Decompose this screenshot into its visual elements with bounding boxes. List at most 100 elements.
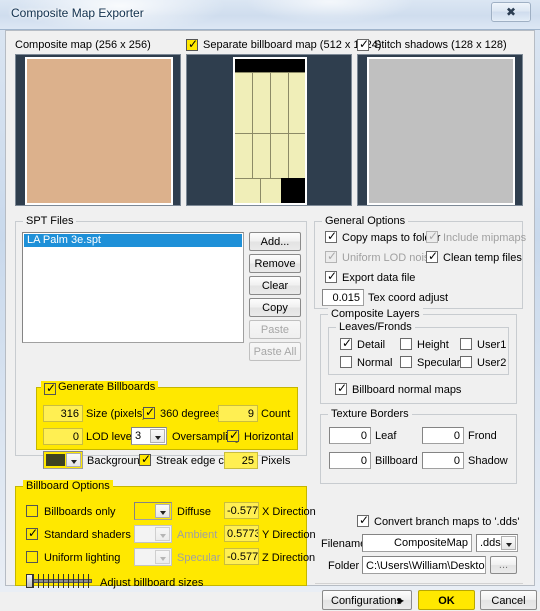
frond-border-input[interactable]: 0 — [422, 427, 464, 444]
filename-input[interactable]: CompositeMap — [362, 534, 472, 552]
uniform-lod-noise-checkbox[interactable]: ✓ — [325, 250, 337, 263]
copy-maps-to-folder-checkbox[interactable]: ✓ — [325, 230, 337, 243]
export-data-file-checkbox[interactable]: ✓ — [325, 269, 338, 283]
detail-checkbox[interactable]: ✓ — [340, 337, 352, 350]
uniform-lighting-label: Uniform lighting — [44, 552, 121, 564]
chevron-down-icon[interactable] — [155, 527, 170, 541]
adjust-billboard-sizes-slider[interactable] — [26, 574, 92, 588]
convert-branch-maps-checkbox[interactable]: ✓ — [357, 514, 369, 527]
stitch-shadows-image — [367, 57, 515, 205]
composite-map-image — [25, 57, 173, 205]
folder-input[interactable]: C:\Users\William\Desktop — [362, 556, 486, 574]
chevron-down-icon[interactable] — [501, 536, 516, 550]
x-direction-input[interactable]: -0.5773 — [224, 502, 259, 519]
composite-map-preview[interactable] — [15, 54, 181, 206]
browse-folder-button[interactable]: ... — [490, 556, 517, 574]
chevron-right-icon: ▶ — [397, 596, 404, 605]
billboard-border-input[interactable]: 0 — [329, 452, 371, 469]
list-item[interactable]: LA Palm 3e.spt — [24, 234, 242, 247]
lod-level-input[interactable]: 0 — [43, 428, 83, 445]
cancel-button[interactable]: Cancel — [480, 590, 537, 610]
uniform-lighting-checkbox[interactable] — [26, 551, 38, 563]
billboards-only-label: Billboards only — [44, 506, 116, 518]
generate-billboards-group-title: Generate Billboards — [41, 381, 159, 393]
specular-layer-label: Specular — [417, 357, 461, 369]
user1-checkbox[interactable] — [460, 338, 472, 350]
height-checkbox[interactable] — [400, 338, 412, 350]
tex-coord-adjust-input[interactable]: 0.015 — [322, 289, 364, 306]
horizontal-checkbox[interactable]: ✓ — [227, 429, 239, 442]
convert-branch-maps-label: Convert branch maps to '.dds' — [374, 516, 520, 528]
z-direction-label: Z Direction — [262, 552, 316, 564]
configurations-button[interactable]: Configurations ▶ — [322, 590, 412, 610]
frond-border-label: Frond — [468, 430, 497, 442]
ambient-color-combo[interactable] — [134, 525, 172, 543]
billboard-normal-maps-checkbox[interactable]: ✓ — [335, 382, 347, 395]
stitch-shadows-checkbox[interactable]: ✓ — [357, 38, 369, 51]
texture-borders-group: Texture Borders — [320, 408, 517, 484]
leaf-border-input[interactable]: 0 — [329, 427, 371, 444]
extension-value: .dds — [480, 537, 501, 549]
title-bar: Composite Map Exporter ✖ — [0, 0, 540, 30]
specular-color-combo[interactable] — [134, 548, 172, 566]
z-direction-input[interactable]: -0.5773 — [224, 548, 259, 565]
paste-button[interactable]: Paste — [249, 320, 301, 339]
oversampling-combo[interactable]: 3 — [131, 427, 167, 445]
texture-borders-group-title: Texture Borders — [328, 408, 412, 420]
clear-button[interactable]: Clear — [249, 276, 301, 295]
standard-shaders-label: Standard shaders — [44, 529, 131, 541]
check-glyph: ✓ — [327, 269, 338, 283]
stitch-shadows-preview[interactable] — [357, 54, 523, 206]
include-mipmaps-checkbox[interactable]: ✓ — [426, 230, 438, 243]
height-label: Height — [417, 339, 449, 351]
diffuse-label: Diffuse — [177, 506, 212, 518]
streak-edge-colors-checkbox[interactable]: ✓ — [139, 453, 151, 466]
ok-button[interactable]: OK — [418, 590, 475, 610]
billboards-only-checkbox[interactable] — [26, 505, 38, 517]
window-title: Composite Map Exporter — [11, 6, 144, 20]
close-button[interactable]: ✖ — [491, 2, 531, 22]
configurations-label: Configurations — [331, 595, 402, 607]
add-button[interactable]: Add... — [249, 232, 301, 251]
detail-label: Detail — [357, 339, 386, 351]
composite-map-exporter-window: Composite Map Exporter ✖ Composite map (… — [0, 0, 540, 610]
x-direction-label: X Direction — [262, 506, 316, 518]
streak-pixels-input[interactable]: 25 — [224, 452, 258, 469]
tex-coord-adjust-label: Tex coord adjust — [368, 292, 449, 304]
spt-files-list[interactable]: LA Palm 3e.spt — [22, 232, 244, 343]
billboard-options-group-title: Billboard Options — [23, 480, 113, 492]
background-color-combo[interactable] — [43, 451, 83, 469]
leaves-fronds-group-title: Leaves/Fronds — [336, 321, 415, 333]
separate-billboard-map-label: Separate billboard map (512 x 1024) — [203, 39, 382, 51]
extension-combo[interactable]: .dds — [476, 534, 518, 552]
copy-button[interactable]: Copy — [249, 298, 301, 317]
360-degrees-checkbox[interactable]: ✓ — [143, 406, 155, 419]
diffuse-color-swatch — [137, 505, 154, 517]
clean-temp-files-checkbox[interactable]: ✓ — [426, 250, 438, 263]
paste-all-button[interactable]: Paste All — [249, 342, 301, 361]
billboard-normal-maps-label: Billboard normal maps — [352, 384, 462, 396]
standard-shaders-checkbox[interactable]: ✓ — [26, 527, 38, 540]
check-glyph: ✓ — [46, 381, 57, 395]
chevron-down-icon[interactable] — [155, 550, 170, 564]
stitch-shadows-label: Stitch shadows (128 x 128) — [374, 39, 507, 51]
y-direction-input[interactable]: 0.57735 — [224, 525, 259, 542]
chevron-down-icon[interactable] — [66, 453, 81, 467]
chevron-down-icon[interactable] — [150, 429, 165, 443]
normal-checkbox[interactable] — [340, 356, 352, 368]
shadow-border-input[interactable]: 0 — [422, 452, 464, 469]
billboard-map-preview[interactable] — [186, 54, 352, 206]
slider-thumb[interactable] — [26, 574, 33, 588]
user2-checkbox[interactable] — [460, 356, 472, 368]
specular-checkbox[interactable] — [400, 356, 412, 368]
chevron-down-icon[interactable] — [155, 504, 170, 518]
billboard-size-input[interactable]: 316 — [43, 405, 83, 422]
360-degrees-label: 360 degrees — [160, 408, 222, 420]
billboard-count-input[interactable]: 9 — [218, 405, 258, 422]
filename-label: Filename — [321, 538, 367, 550]
close-icon: ✖ — [505, 5, 517, 19]
generate-billboards-checkbox[interactable]: ✓ — [44, 381, 57, 395]
remove-button[interactable]: Remove — [249, 254, 301, 273]
diffuse-color-combo[interactable] — [134, 502, 172, 520]
separate-billboard-map-checkbox[interactable]: ✓ — [186, 38, 198, 51]
